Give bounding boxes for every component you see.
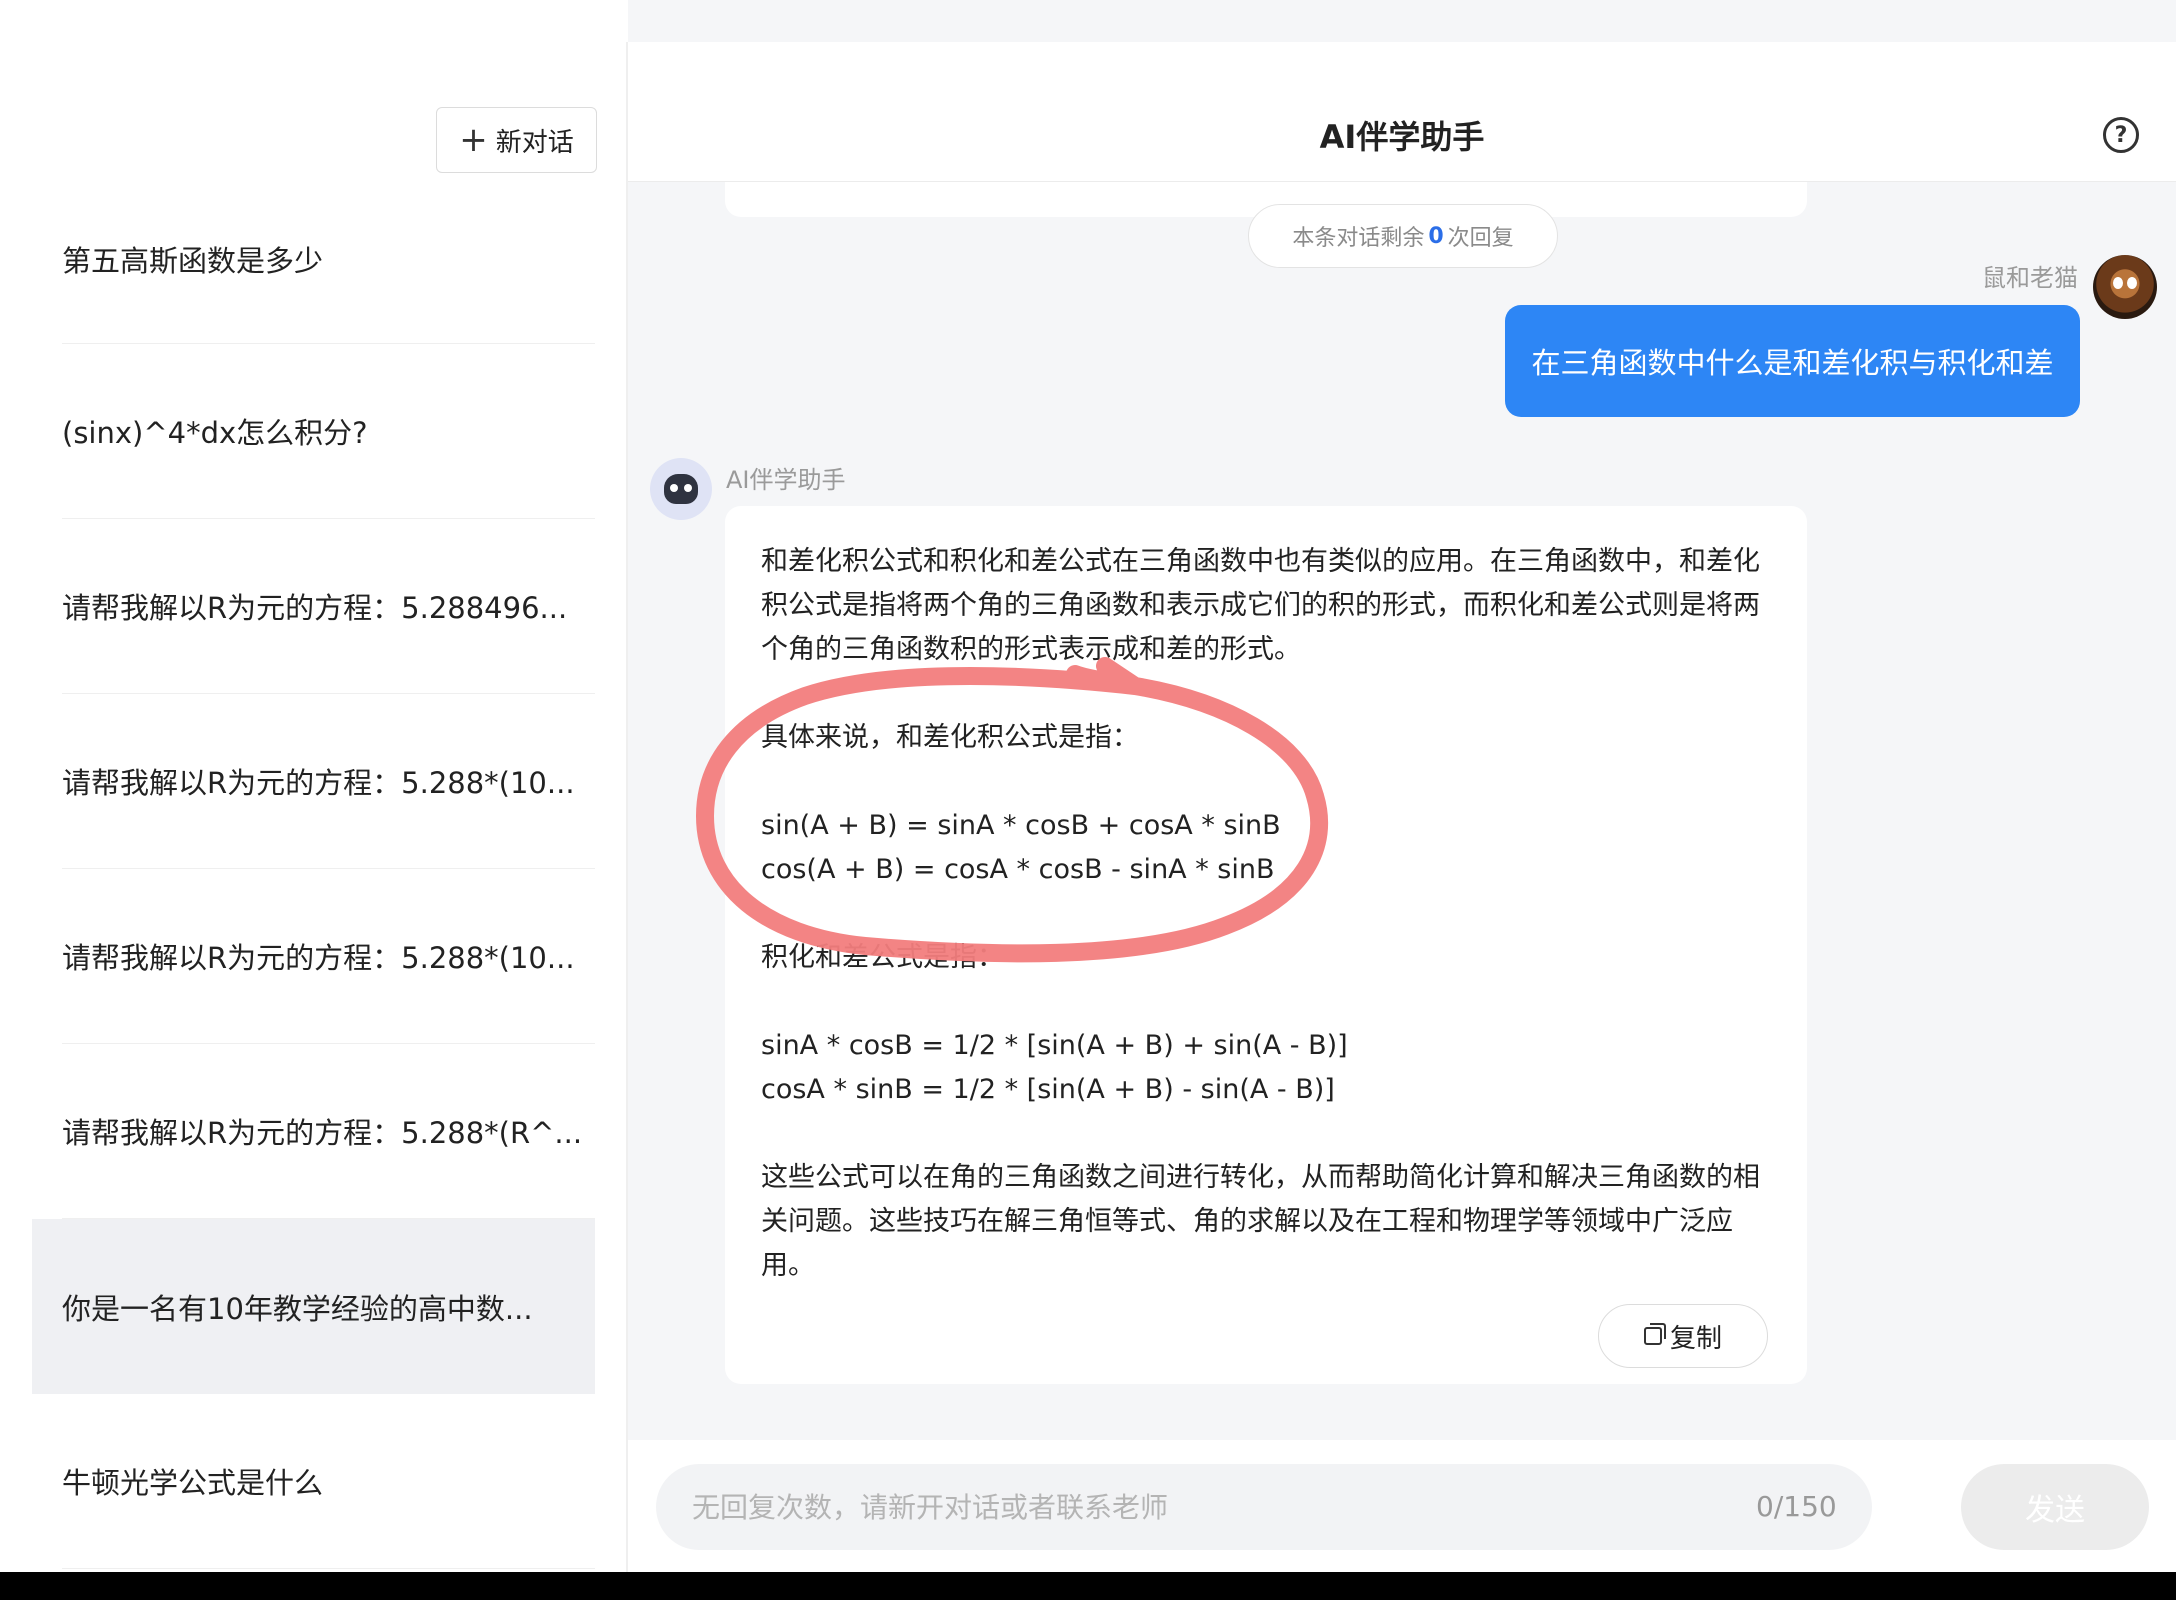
copy-icon bbox=[1643, 1323, 1666, 1345]
conversation-item[interactable]: 请帮我解以R为元的方程：5.288*(10... bbox=[62, 694, 595, 869]
sidebar: + 新对话 第五高斯函数是多少 (sinx)^4*dx怎么积分? 请帮我解以R为… bbox=[0, 0, 626, 1572]
remain-suffix: 次回复 bbox=[1447, 226, 1514, 251]
bot-paragraph: 积化和差公式是指： bbox=[761, 942, 1004, 973]
conversation-title: (sinx)^4*dx怎么积分? bbox=[62, 416, 368, 450]
bot-message-card: 和差化积公式和积化和差公式在三角函数中也有类似的应用。在三角函数中，和差化积公式… bbox=[696, 506, 1807, 1384]
user-avatar bbox=[2093, 255, 2157, 319]
robot-icon bbox=[664, 474, 698, 504]
conversation-list: 第五高斯函数是多少 (sinx)^4*dx怎么积分? 请帮我解以R为元的方程：5… bbox=[32, 200, 595, 1572]
copy-label: 复制 bbox=[1669, 1323, 1722, 1354]
bot-name: AI伴学助手 bbox=[726, 466, 846, 494]
message-input[interactable] bbox=[656, 1464, 1872, 1550]
remaining-replies-badge: 本条对话剩余 0 次回复 bbox=[1248, 204, 1558, 268]
send-button[interactable]: 发送 bbox=[1961, 1464, 2149, 1550]
char-count: 0/150 bbox=[1756, 1490, 1837, 1523]
avatar-eye bbox=[2127, 277, 2137, 289]
system-bottom-bar bbox=[0, 1572, 2176, 1600]
conversation-title: 请帮我解以R为元的方程：5.288*(R^... bbox=[62, 1116, 583, 1150]
bot-avatar bbox=[650, 458, 712, 520]
page-title: AI伴学助手 bbox=[1319, 118, 1485, 156]
bot-paragraph: 具体来说，和差化积公式是指： bbox=[761, 722, 1139, 753]
help-icon[interactable]: ? bbox=[2103, 117, 2139, 153]
chat-main: AI伴学助手 ? 本条对话剩余 0 次回复 鼠和老猫 在三角函数中什么是和差化积… bbox=[628, 0, 2176, 1572]
formula-line: cos(A + B) = cosA * cosB - sinA * sinB bbox=[761, 854, 1275, 885]
conversation-item[interactable]: 请帮我解以R为元的方程：5.288496... bbox=[62, 519, 595, 694]
bot-message-text: 和差化积公式和积化和差公式在三角函数中也有类似的应用。在三角函数中，和差化积公式… bbox=[761, 540, 1771, 1288]
formula-line: sinA * cosB = 1/2 * [sin(A + B) + sin(A … bbox=[761, 1030, 1348, 1061]
bot-paragraph: 这些公式可以在角的三角函数之间进行转化，从而帮助简化计算和解决三角函数的相关问题… bbox=[761, 1162, 1760, 1281]
conversation-title: 第五高斯函数是多少 bbox=[62, 244, 324, 278]
conversation-item[interactable]: 请帮我解以R为元的方程：5.288*(10... bbox=[62, 869, 595, 1044]
copy-button[interactable]: 复制 bbox=[1598, 1304, 1768, 1368]
formula-line: sin(A + B) = sinA * cosB + cosA * sinB bbox=[761, 810, 1281, 841]
remain-count: 0 bbox=[1428, 223, 1444, 249]
input-bar: 0/150 发送 bbox=[628, 1440, 2176, 1572]
avatar-eye bbox=[2113, 277, 2123, 289]
new-chat-button[interactable]: + 新对话 bbox=[436, 107, 597, 173]
user-name: 鼠和老猫 bbox=[1982, 264, 2078, 292]
new-chat-label: 新对话 bbox=[495, 127, 574, 158]
conversation-title: 你是一名有10年教学经验的高中数... bbox=[62, 1291, 533, 1326]
chat-header: AI伴学助手 ? bbox=[628, 42, 2176, 182]
message-area[interactable]: 本条对话剩余 0 次回复 鼠和老猫 在三角函数中什么是和差化积与积化和差 AI伴… bbox=[628, 182, 2176, 1440]
conversation-item[interactable]: 请帮我解以R为元的方程：5.288*(R^... bbox=[62, 1044, 595, 1219]
conversation-title: 请帮我解以R为元的方程：5.288*(10... bbox=[62, 766, 575, 800]
conversation-title: 请帮我解以R为元的方程：5.288*(10... bbox=[62, 941, 575, 975]
remain-prefix: 本条对话剩余 bbox=[1292, 226, 1425, 251]
conversation-item[interactable]: 牛顿光学公式是什么 bbox=[62, 1394, 595, 1569]
conversation-title: 请帮我解以R为元的方程：5.288496... bbox=[62, 591, 568, 625]
plus-icon: + bbox=[459, 120, 488, 160]
conversation-item[interactable]: 第五高斯函数是多少 bbox=[62, 200, 595, 344]
user-message-bubble: 在三角函数中什么是和差化积与积化和差 bbox=[1505, 305, 2080, 417]
conversation-item[interactable]: (sinx)^4*dx怎么积分? bbox=[62, 344, 595, 519]
conversation-item-active[interactable]: 你是一名有10年教学经验的高中数... bbox=[32, 1219, 595, 1394]
formula-line: cosA * sinB = 1/2 * [sin(A + B) - sin(A … bbox=[761, 1074, 1335, 1105]
conversation-title: 牛顿光学公式是什么 bbox=[62, 1466, 324, 1500]
bot-paragraph: 和差化积公式和积化和差公式在三角函数中也有类似的应用。在三角函数中，和差化积公式… bbox=[761, 546, 1760, 665]
